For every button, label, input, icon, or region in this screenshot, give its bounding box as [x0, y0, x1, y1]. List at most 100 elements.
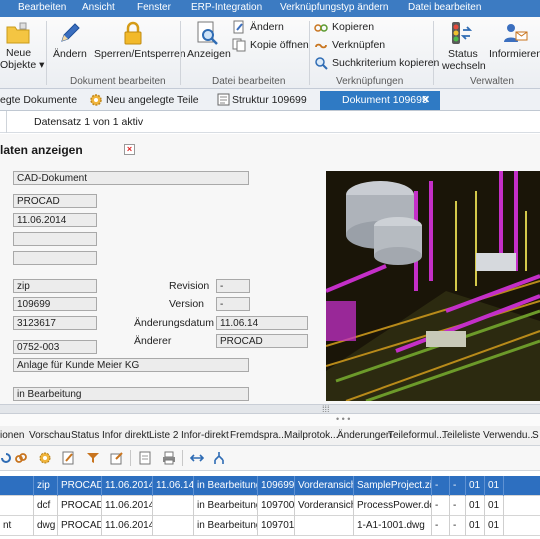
tab-close-icon[interactable]: ✕ [421, 94, 430, 106]
gear-settings-icon[interactable] [38, 451, 54, 465]
close-form-icon[interactable]: × [124, 144, 135, 155]
change-file-button[interactable]: Ändern [232, 19, 308, 35]
grid-cell-revision: - [432, 476, 450, 496]
table-row[interactable]: zip PROCAD 11.06.2014 11.06.14 in Bearbe… [0, 476, 540, 496]
detail-tab-mail-log[interactable]: Mailprotok... [284, 430, 338, 441]
grid-cell-status: in Bearbeitung [194, 496, 258, 516]
grid-cell-revision: - [432, 516, 450, 536]
inform-label: Informieren [489, 48, 540, 60]
grid-cell-format: dwg [34, 516, 58, 536]
grid-cell-date: 11.06.2014 [102, 516, 153, 536]
filter-icon[interactable] [86, 451, 102, 465]
open-copy-button[interactable]: Kopie öffnen [232, 37, 309, 53]
detail-tab-foreign-lang[interactable]: Fremdspra... [230, 430, 287, 441]
document-number-field[interactable]: 109699 [13, 297, 97, 311]
detail-tab-list2[interactable]: Liste 2 [149, 430, 178, 441]
menu-item-erp[interactable]: ERP-Integration [191, 2, 262, 13]
ribbon-separator [180, 21, 181, 85]
internal-id-field[interactable]: 3123617 [13, 316, 97, 330]
changer-field[interactable]: PROCAD [216, 334, 308, 348]
empty-field-2[interactable] [13, 251, 97, 265]
detail-tab-preview[interactable]: Vorschau [29, 430, 71, 441]
print-icon[interactable] [162, 451, 176, 465]
empty-field-1[interactable] [13, 232, 97, 246]
description-field[interactable]: Anlage für Kunde Meier KG [13, 358, 249, 372]
inform-button[interactable]: Informieren [488, 17, 540, 75]
document-type-field[interactable]: CAD-Dokument [13, 171, 249, 185]
edit-label: Ändern [53, 48, 87, 60]
grid-cell-date: 11.06.2014 [102, 496, 153, 516]
tab-structure[interactable]: Struktur 109699 [232, 91, 307, 110]
tab-document-active[interactable]: Dokument 109699 ✕ [320, 91, 440, 110]
gear-icon [89, 93, 103, 110]
date-field[interactable]: 11.06.2014 [13, 213, 97, 227]
detail-tab-status[interactable]: Status [71, 430, 99, 441]
change-date-field[interactable]: 11.06.14 [216, 316, 308, 330]
menu-item-file-edit[interactable]: Datei bearbeiten [408, 2, 481, 13]
new-objects-label-1: Neue [6, 47, 32, 59]
grid-toolbar [0, 446, 540, 471]
grid-cell-change-date [153, 496, 194, 516]
refresh-icon[interactable] [0, 451, 12, 465]
detail-tabs: ionen Vorschau Status Infor direkt Liste… [0, 426, 540, 446]
detail-tab-changes[interactable]: Änderungen [337, 430, 392, 441]
grid-cell-change-date: 11.06.14 [153, 476, 194, 496]
panel-splitter[interactable]: ⁞⁞⁞ [0, 404, 540, 414]
expand-grip-icon: • • • [336, 414, 351, 424]
add-link-icon[interactable] [14, 451, 28, 465]
lock-unlock-button[interactable]: Sperren/Entsperren [92, 17, 186, 75]
grid-cell-change-date [153, 516, 194, 536]
table-row[interactable]: dcf PROCAD 11.06.2014 in Bearbeitung 109… [0, 496, 540, 516]
copy-icon [314, 24, 328, 32]
copy-search-criteria-button[interactable]: Suchkriterium kopieren [314, 55, 439, 71]
change-status-button[interactable]: Status wechseln [438, 17, 486, 75]
grid-cell-number: 109700 [258, 496, 295, 516]
format-field[interactable]: zip [13, 279, 97, 293]
document-tab-bar: egte Dokumente Neu angelegte Teile Struk… [0, 89, 540, 111]
grid-cell: nt [0, 516, 34, 536]
grid-cell-index-1: 01 [466, 476, 485, 496]
version-field[interactable]: - [216, 297, 250, 311]
link-button[interactable]: Verknüpfen [314, 37, 385, 53]
tab-new-parts[interactable]: Neu angelegte Teile [106, 91, 199, 110]
expand-horizontal-icon[interactable] [190, 451, 204, 465]
copy-search-criteria-label: Suchkriterium kopieren [332, 57, 440, 69]
menu-item-edit[interactable]: Bearbeiten [18, 2, 66, 13]
menu-bar: Bearbeiten Ansicht Fenster ERP-Integrati… [0, 0, 540, 17]
edit-row-icon[interactable] [62, 451, 76, 465]
creator-field[interactable]: PROCAD [13, 194, 97, 208]
document-icon[interactable] [138, 451, 152, 465]
detail-tab-parts-list[interactable]: Teileliste [442, 430, 480, 441]
revision-field[interactable]: - [216, 279, 250, 293]
ribbon: Neue Objekte ▾ Ändern Sperren/Entsperren… [0, 17, 540, 89]
grid-cell-creator: PROCAD [58, 476, 102, 496]
project-field[interactable]: 0752-003 [13, 340, 97, 354]
view-button[interactable]: Anzeigen [184, 17, 231, 75]
detail-tab-infor-direct[interactable]: Infor direkt [102, 430, 149, 441]
grid-cell-creator: PROCAD [58, 516, 102, 536]
view-label: Anzeigen [187, 48, 231, 60]
new-objects-button[interactable]: Neue Objekte ▾ [0, 17, 46, 75]
menu-item-window[interactable]: Fenster [137, 2, 171, 13]
structure-icon [217, 93, 230, 109]
detail-tab-infor-direct-2[interactable]: Infor-direkt [181, 430, 229, 441]
detail-tab-usage[interactable]: Verwendu... [483, 430, 536, 441]
open-copy-label: Kopie öffnen [250, 39, 309, 51]
detail-tab-part-forms[interactable]: Teileformul... [388, 430, 445, 441]
tab-new-documents[interactable]: egte Dokumente [0, 91, 77, 110]
tree-structure-icon[interactable] [212, 451, 226, 465]
export-icon[interactable] [110, 451, 124, 465]
edit-button[interactable]: Ändern [50, 17, 88, 75]
grid-cell-status: in Bearbeitung [194, 516, 258, 536]
table-row[interactable]: nt dwg PROCAD 11.06.2014 in Bearbeitung … [0, 516, 540, 536]
detail-tab-s[interactable]: S [532, 430, 539, 441]
detail-tab-versions[interactable]: ionen [0, 430, 24, 441]
toolbar-separator [130, 450, 131, 466]
new-objects-label-2: Objekte ▾ [0, 59, 45, 71]
copy-button[interactable]: Kopieren [314, 19, 384, 35]
menu-item-view[interactable]: Ansicht [82, 2, 115, 13]
grid-cell-filename: SampleProject.zip [354, 476, 432, 496]
status-field[interactable]: in Bearbeitung [13, 387, 249, 401]
view-document-icon [197, 21, 218, 45]
menu-item-link-type[interactable]: Verknüpfungstyp ändern [280, 2, 388, 13]
